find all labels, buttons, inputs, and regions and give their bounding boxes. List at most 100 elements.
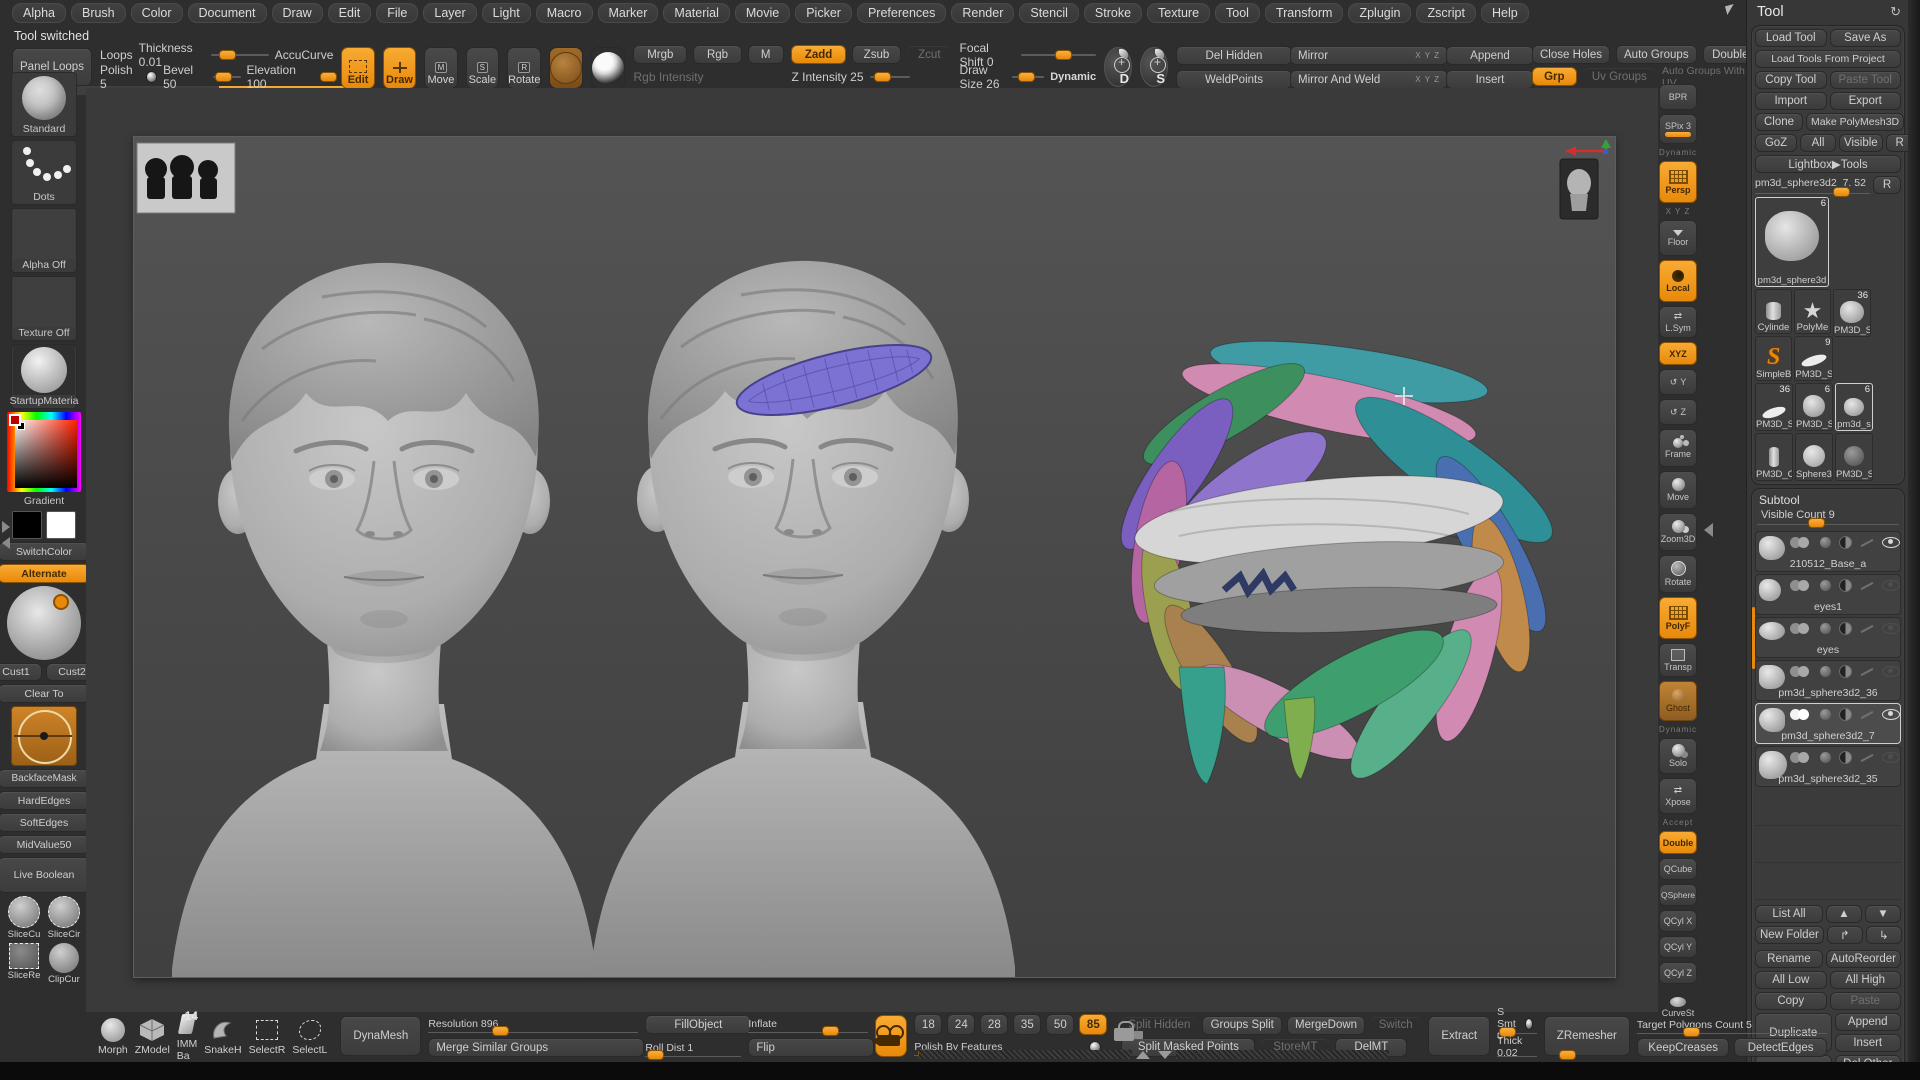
paint-sphere[interactable]: [7, 586, 81, 660]
move-view-button[interactable]: Move: [1659, 471, 1697, 509]
alternate-button[interactable]: Alternate: [0, 564, 90, 583]
brush-icon[interactable]: [1860, 710, 1873, 718]
target-polygons-slider[interactable]: Target Polygons Count 5: [1637, 1016, 1827, 1034]
rename-button[interactable]: Rename: [1755, 950, 1823, 968]
slicecircle-brush[interactable]: SliceCir: [46, 896, 82, 940]
switchcolor-button[interactable]: SwitchColor: [0, 542, 90, 561]
main-color-swatch[interactable]: [12, 511, 42, 539]
insert-button[interactable]: Insert: [1446, 70, 1534, 89]
elevation-slider[interactable]: [320, 76, 333, 78]
shade-icon[interactable]: [1820, 623, 1831, 634]
focal-shift-slider[interactable]: [1021, 54, 1096, 56]
live-boolean-button[interactable]: Live Boolean: [0, 857, 90, 893]
visibility-eye-icon[interactable]: [1882, 580, 1900, 591]
rotate-z-button[interactable]: ↺Z: [1659, 399, 1697, 425]
rotate-mode-button[interactable]: RRotate: [507, 47, 541, 89]
tool-thumb-r3b[interactable]: Sphere3: [1795, 433, 1833, 481]
polypaint-icon[interactable]: [1790, 752, 1812, 763]
uv-groups-button[interactable]: Uv Groups: [1583, 68, 1656, 85]
backface-mask-preview[interactable]: [11, 706, 77, 766]
stroke-selector[interactable]: Dots: [11, 140, 77, 205]
document-canvas[interactable]: [133, 136, 1616, 978]
all-high-button[interactable]: All High: [1830, 971, 1902, 989]
tool-thumb-r3a[interactable]: PM3D_C: [1755, 433, 1793, 481]
menu-macro[interactable]: Macro: [536, 3, 593, 23]
local-button[interactable]: Local: [1659, 260, 1697, 302]
subtool-title[interactable]: Subtool: [1755, 492, 1901, 509]
menu-file[interactable]: File: [376, 3, 418, 23]
loops-slider-label[interactable]: Loops: [100, 48, 133, 62]
make-polymesh3d-button[interactable]: Make PolyMesh3D: [1806, 113, 1904, 131]
dynamesh-button[interactable]: DynaMesh: [340, 1016, 421, 1056]
subtool-row-sphere36[interactable]: pm3d_sphere3d2_36: [1755, 660, 1901, 701]
visibility-eye-icon[interactable]: [1882, 666, 1900, 677]
qcube-button[interactable]: QCube: [1659, 858, 1697, 880]
persp-button[interactable]: Persp: [1659, 161, 1697, 203]
rotate-y-button[interactable]: ↺Y: [1659, 369, 1697, 395]
ghost-button[interactable]: Ghost: [1659, 681, 1697, 721]
groups-split-bottom-button[interactable]: Groups Split: [1202, 1016, 1282, 1035]
double-shelf-button[interactable]: Double: [1659, 831, 1697, 854]
contrast-icon[interactable]: [1839, 751, 1852, 764]
contrast-icon[interactable]: [1839, 579, 1852, 592]
material-selector[interactable]: StartupMateria: [11, 344, 77, 409]
qcyly-button[interactable]: QCyl Y: [1659, 936, 1697, 958]
append-button[interactable]: Append: [1446, 46, 1534, 65]
menu-alpha[interactable]: Alpha: [12, 3, 66, 23]
slicecurve-brush[interactable]: SliceCu: [6, 896, 42, 940]
zoom3d-button[interactable]: Zoom3D: [1659, 513, 1697, 551]
del-hidden-button[interactable]: Del Hidden: [1176, 46, 1292, 65]
menu-preferences[interactable]: Preferences: [857, 3, 946, 23]
list-all-button[interactable]: List All: [1755, 905, 1823, 923]
weldpoints-button[interactable]: WeldPoints: [1176, 70, 1292, 89]
goz-all-button[interactable]: All: [1800, 134, 1836, 152]
brush-icon[interactable]: [1860, 538, 1873, 546]
load-tools-from-project-button[interactable]: Load Tools From Project: [1755, 50, 1901, 68]
save-as-button[interactable]: Save As: [1830, 29, 1902, 47]
polypaint-icon[interactable]: [1790, 537, 1812, 548]
polish-mode-toggle[interactable]: [146, 71, 157, 83]
size-28-button[interactable]: 28: [980, 1014, 1008, 1035]
detectedges-button[interactable]: DetectEdges: [1734, 1038, 1827, 1057]
polypaint-icon[interactable]: [1790, 666, 1812, 677]
hardedges-button[interactable]: HardEdges: [0, 791, 90, 810]
menu-help[interactable]: Help: [1481, 3, 1529, 23]
grp-button[interactable]: Grp: [1532, 67, 1577, 86]
subtool-up-button[interactable]: ▲: [1826, 905, 1862, 923]
all-low-button[interactable]: All Low: [1755, 971, 1827, 989]
mirror-button[interactable]: MirrorX Y Z: [1290, 46, 1448, 65]
midvalue50-button[interactable]: MidValue50: [0, 835, 90, 854]
keepcreases-button[interactable]: KeepCreases: [1637, 1038, 1730, 1057]
rgb-intensity-slider-label[interactable]: Rgb Intensity: [633, 70, 703, 84]
paste-subtool-button[interactable]: Paste: [1830, 992, 1902, 1010]
floor-button[interactable]: Floor: [1659, 220, 1697, 256]
menu-tool[interactable]: Tool: [1215, 3, 1260, 23]
menu-stroke[interactable]: Stroke: [1084, 3, 1142, 23]
accucurve-label[interactable]: AccuCurve: [275, 48, 334, 62]
bevel-slider-label[interactable]: Bevel 50: [163, 63, 207, 91]
tool-thumb-r2a[interactable]: 36PM3D_S: [1833, 289, 1871, 337]
tool-thumb-simplebrush[interactable]: SSimpleB: [1755, 336, 1792, 381]
rotate-view-button[interactable]: Rotate: [1659, 555, 1697, 593]
polyframe-button[interactable]: PolyF: [1659, 597, 1697, 639]
tool-thumb-r2d[interactable]: 6pm3d_s: [1835, 383, 1873, 431]
zremesher-button[interactable]: ZRemesher: [1544, 1016, 1630, 1056]
m-button[interactable]: M: [748, 45, 784, 64]
cust1-button[interactable]: Cust1: [0, 663, 42, 681]
transp-button[interactable]: Transp: [1659, 643, 1697, 677]
paste-tool-button[interactable]: Paste Tool: [1830, 71, 1902, 89]
brush-icon[interactable]: [1860, 753, 1873, 761]
switch-button[interactable]: Switch: [1370, 1017, 1421, 1034]
select-rect-button[interactable]: SelectR: [249, 1017, 286, 1056]
edit-mode-button[interactable]: Edit: [341, 47, 374, 89]
zcut-button[interactable]: Zcut: [907, 46, 951, 63]
solo-button[interactable]: Solo: [1659, 738, 1697, 774]
shade-icon[interactable]: [1820, 752, 1831, 763]
lightbox-tools-button[interactable]: Lightbox▶Tools: [1755, 155, 1901, 173]
export-button[interactable]: Export: [1830, 92, 1902, 110]
contrast-icon[interactable]: [1839, 708, 1852, 721]
menu-document[interactable]: Document: [188, 3, 267, 23]
visibility-eye-icon[interactable]: [1882, 752, 1900, 763]
current-material-button[interactable]: [591, 47, 625, 89]
polypaint-icon[interactable]: [1790, 580, 1812, 591]
